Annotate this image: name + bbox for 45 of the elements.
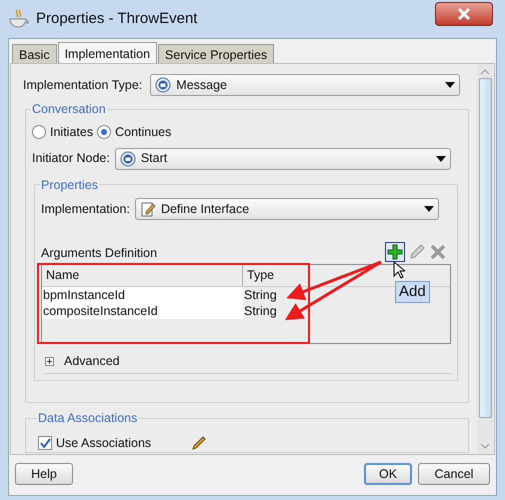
tab[interactable]: Basic	[12, 44, 57, 63]
close-button[interactable]	[435, 2, 493, 26]
implementation-type-dropdown[interactable]: Message	[150, 74, 460, 96]
dialog-button[interactable]: OK	[364, 463, 412, 485]
coffee-cup-icon	[8, 9, 30, 29]
radio-option[interactable]: Continues	[97, 122, 172, 142]
radio-option[interactable]: Initiates	[32, 122, 94, 142]
table-cell-text: String	[243, 287, 278, 304]
dropdown-caret-icon	[445, 82, 456, 88]
close-icon	[457, 8, 471, 20]
table-cell: bpmInstanceId	[42, 287, 243, 304]
window-title: Properties - ThrowEvent	[36, 8, 198, 29]
add-button[interactable]	[385, 242, 405, 262]
plus-icon	[387, 244, 403, 260]
table-cell: compositeInstanceId	[42, 303, 243, 320]
envelope-icon	[155, 77, 172, 93]
mouse-cursor-icon	[393, 261, 405, 279]
group-title: Properties	[40, 176, 99, 194]
dropdown-caret-icon	[436, 156, 446, 162]
advanced-label[interactable]: Advanced	[64, 352, 120, 371]
dialog-button[interactable]: Help	[15, 463, 73, 485]
radio-button[interactable]	[32, 125, 46, 140]
column-header[interactable]: Name	[42, 265, 243, 286]
tab[interactable]: Implementation	[58, 42, 158, 63]
field-label: Initiator Node:	[32, 150, 110, 168]
tooltip: Add	[395, 281, 430, 303]
radio-button[interactable]	[97, 125, 112, 140]
implementation-dropdown[interactable]: Define Interface	[134, 198, 439, 220]
section-label: Arguments Definition	[41, 244, 158, 262]
dropdown-caret-icon	[424, 206, 434, 212]
dialog-button[interactable]: Cancel	[418, 463, 490, 485]
table-cell-text: String	[243, 303, 278, 320]
field-label: Implementation Type:	[23, 76, 142, 94]
delete-icon[interactable]	[429, 243, 447, 262]
tab[interactable]: Service Properties	[158, 44, 274, 63]
checkbox[interactable]	[38, 436, 52, 450]
checkbox-label[interactable]: Use Associations	[56, 434, 152, 452]
pencil-page-icon	[140, 201, 156, 218]
envelope-icon	[120, 150, 136, 166]
group-title: Conversation	[31, 101, 107, 118]
edit-pencil-icon[interactable]	[191, 435, 208, 452]
field-label: Implementation:	[41, 200, 130, 218]
expand-icon[interactable]	[45, 357, 54, 366]
group-title: Data Associations	[37, 410, 138, 427]
initiator-node-dropdown[interactable]: Start	[114, 148, 451, 170]
